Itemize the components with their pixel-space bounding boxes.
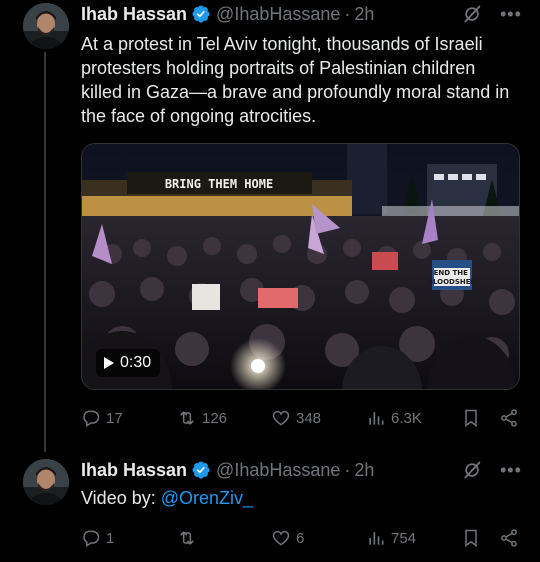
bookmark-icon bbox=[465, 409, 477, 427]
like-icon bbox=[272, 530, 290, 546]
like-icon bbox=[272, 410, 290, 426]
repost-button[interactable] bbox=[177, 526, 202, 550]
author-handle[interactable]: @IhabHassane bbox=[216, 460, 340, 481]
views-icon bbox=[369, 532, 384, 545]
thread-line bbox=[44, 52, 46, 452]
sign-text: END THE BLOODSHED bbox=[428, 269, 477, 286]
bookmark-icon bbox=[465, 529, 477, 547]
share-icon bbox=[501, 529, 517, 547]
tweet-actions: 17 126 348 6.3K bbox=[81, 406, 521, 430]
views-button[interactable]: 6.3K bbox=[366, 406, 422, 430]
more-icon[interactable]: ••• bbox=[500, 4, 521, 24]
video-player[interactable]: BRING THEM HOME END THE BLOODSHED 0:30 bbox=[81, 143, 520, 390]
author-name[interactable]: Ihab Hassan bbox=[81, 4, 187, 25]
verified-badge-icon bbox=[192, 5, 210, 23]
share-icon bbox=[501, 409, 517, 427]
reply-icon bbox=[83, 410, 100, 427]
tweet-text: At a protest in Tel Aviv tonight, thousa… bbox=[81, 34, 510, 126]
repost-icon bbox=[180, 531, 194, 545]
grok-icon[interactable] bbox=[462, 460, 482, 480]
repost-icon bbox=[180, 411, 194, 425]
tweet-header: Ihab Hassan @IhabHassane · 2h bbox=[81, 458, 374, 482]
bookmark-button[interactable] bbox=[461, 406, 481, 430]
verified-badge-icon bbox=[192, 461, 210, 479]
like-button[interactable]: 348 bbox=[271, 406, 321, 430]
timestamp[interactable]: 2h bbox=[354, 4, 374, 25]
video-duration: 0:30 bbox=[96, 349, 161, 377]
views-icon bbox=[369, 412, 384, 425]
separator-dot: · bbox=[344, 459, 351, 480]
repost-button[interactable]: 126 bbox=[177, 406, 227, 430]
avatar[interactable] bbox=[23, 459, 69, 505]
timestamp[interactable]: 2h bbox=[354, 460, 374, 481]
tweet-header: Ihab Hassan @IhabHassane · 2h bbox=[81, 2, 374, 26]
tweet-actions: 1 6 754 bbox=[81, 526, 521, 550]
separator-dot: · bbox=[344, 3, 351, 24]
author-handle[interactable]: @IhabHassane bbox=[216, 4, 340, 25]
author-name[interactable]: Ihab Hassan bbox=[81, 460, 187, 481]
share-button[interactable] bbox=[499, 406, 519, 430]
reply-icon bbox=[83, 530, 100, 547]
bookmark-button[interactable] bbox=[461, 526, 481, 550]
share-button[interactable] bbox=[499, 526, 519, 550]
play-icon[interactable] bbox=[104, 357, 114, 369]
views-button[interactable]: 754 bbox=[366, 526, 416, 550]
reply-button[interactable]: 1 bbox=[81, 526, 114, 550]
reply-button[interactable]: 17 bbox=[81, 406, 123, 430]
grok-icon[interactable] bbox=[462, 4, 482, 24]
more-icon[interactable]: ••• bbox=[500, 460, 521, 480]
like-button[interactable]: 6 bbox=[271, 526, 304, 550]
avatar[interactable] bbox=[23, 3, 69, 49]
banner-text: BRING THEM HOME bbox=[165, 177, 273, 191]
mention-link[interactable]: @OrenZiv_ bbox=[161, 488, 253, 508]
tweet-text: Video by: @OrenZiv_ bbox=[81, 488, 254, 508]
